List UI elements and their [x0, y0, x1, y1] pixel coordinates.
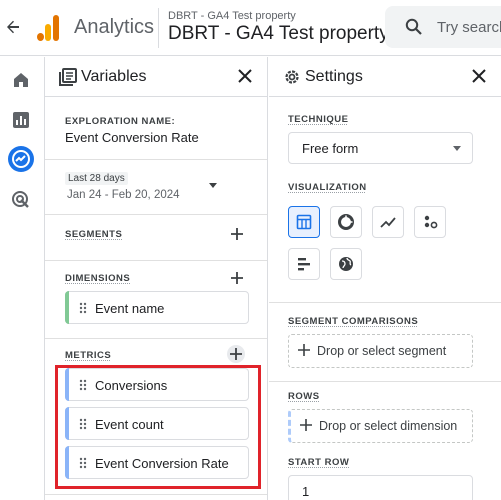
date-range[interactable]: Jan 24 - Feb 20, 2024 — [67, 189, 180, 201]
metrics-label: METRICS — [65, 350, 112, 361]
search-icon — [405, 18, 422, 35]
date-preset-chip: Last 28 days — [65, 172, 128, 185]
dimension-chip[interactable]: Event name — [65, 291, 249, 324]
divider — [45, 214, 267, 215]
segments-label: SEGMENTS — [65, 229, 123, 240]
highlight-annotation — [55, 365, 261, 489]
close-icon[interactable] — [469, 66, 489, 86]
scatter-plot-icon — [424, 215, 438, 229]
line-viz-button[interactable] — [372, 206, 404, 238]
advertising-icon[interactable] — [8, 187, 34, 213]
account-name[interactable]: DBRT - GA4 Test property — [168, 10, 296, 22]
search-placeholder: Try search — [437, 19, 501, 36]
donut-viz-button[interactable] — [330, 206, 362, 238]
start-row-value: 1 — [302, 484, 310, 499]
drag-handle-icon[interactable] — [79, 302, 87, 314]
settings-title: Settings — [305, 68, 363, 85]
add-metric-button[interactable] — [227, 345, 245, 363]
technique-label: TECHNIQUE — [288, 114, 349, 125]
divider — [269, 381, 501, 382]
geo-viz-button[interactable] — [330, 248, 362, 280]
bar-chart-icon — [298, 258, 310, 271]
plus-icon — [298, 344, 310, 356]
rows-drop-text: Drop or select dimension — [319, 419, 458, 433]
technique-select[interactable]: Free form — [288, 132, 473, 164]
reports-icon[interactable] — [8, 107, 34, 133]
variables-title: Variables — [81, 68, 147, 85]
add-dimension-button[interactable] — [228, 269, 246, 287]
donut-chart-icon — [338, 214, 354, 230]
exploration-name-field[interactable]: Event Conversion Rate — [65, 130, 199, 145]
property-name[interactable]: DBRT - GA4 Test property — [168, 23, 389, 45]
segment-drop-text: Drop or select segment — [317, 344, 447, 358]
variables-icon — [59, 68, 77, 86]
header-divider — [158, 8, 159, 48]
dimension-label: Event name — [95, 301, 165, 316]
settings-header: Settings — [269, 57, 501, 97]
rows-label: ROWS — [288, 391, 320, 402]
left-nav-rail — [0, 57, 42, 500]
dimensions-label: DIMENSIONS — [65, 273, 131, 284]
divider — [45, 338, 267, 339]
app-name[interactable]: Analytics — [74, 16, 154, 39]
variables-header: Variables — [45, 57, 267, 97]
close-icon[interactable] — [235, 66, 255, 86]
top-app-bar: Analytics DBRT - GA4 Test property DBRT … — [0, 0, 501, 56]
scatter-viz-button[interactable] — [414, 206, 446, 238]
table-viz-button[interactable] — [288, 206, 320, 238]
table-icon — [296, 214, 312, 230]
gear-icon — [285, 70, 299, 84]
back-arrow-icon[interactable] — [2, 16, 24, 38]
divider — [45, 159, 267, 160]
exploration-name-label: EXPLORATION NAME: — [65, 116, 176, 127]
rows-drop-zone[interactable]: Drop or select dimension — [288, 409, 473, 443]
start-row-input[interactable]: 1 — [288, 475, 473, 500]
divider — [45, 494, 267, 495]
plus-icon — [300, 419, 312, 431]
bar-viz-button[interactable] — [288, 248, 320, 280]
technique-value: Free form — [302, 141, 359, 156]
home-icon[interactable] — [8, 67, 34, 93]
chevron-down-icon — [453, 146, 461, 151]
start-row-label: START ROW — [288, 457, 350, 468]
dimension-color-bar — [65, 291, 69, 324]
analytics-logo-icon[interactable] — [37, 15, 59, 41]
explore-icon[interactable] — [8, 146, 34, 172]
geo-map-icon — [339, 257, 353, 271]
line-chart-icon — [380, 217, 396, 228]
variables-panel: Variables EXPLORATION NAME: Event Conver… — [44, 57, 268, 500]
segment-comparisons-label: SEGMENT COMPARISONS — [288, 316, 419, 327]
segment-drop-zone[interactable]: Drop or select segment — [288, 334, 473, 368]
search-box[interactable]: Try search — [385, 6, 501, 48]
visualization-label: VISUALIZATION — [288, 182, 367, 193]
settings-panel: Settings TECHNIQUE Free form VISUALIZATI… — [269, 57, 501, 500]
divider — [45, 260, 267, 261]
divider — [269, 302, 501, 303]
chevron-down-icon[interactable] — [208, 183, 218, 189]
add-segment-button[interactable] — [228, 225, 246, 243]
